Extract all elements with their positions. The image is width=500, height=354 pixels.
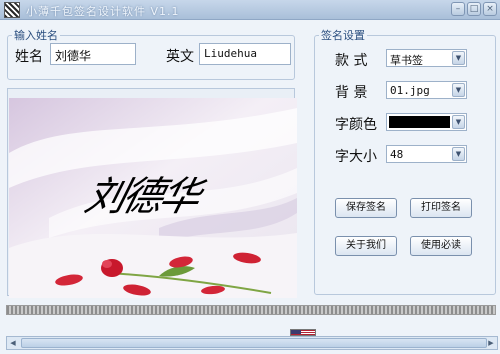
window-title: 小薄千包签名设计软件 V1.1 bbox=[26, 5, 180, 18]
font-size-select[interactable]: 48 ▼ bbox=[386, 145, 467, 163]
minimize-button[interactable]: – bbox=[451, 2, 465, 16]
font-color-label: 字颜色 bbox=[335, 117, 377, 133]
background-select[interactable]: 01.jpg ▼ bbox=[386, 81, 467, 99]
name-group-legend: 输入姓名 bbox=[14, 29, 58, 42]
print-signature-button[interactable]: 打印签名 bbox=[410, 198, 472, 218]
main-window: 输入姓名 姓名 刘德华 英文 Liudehua 刘德华 签名设置 款 式 草书签… bbox=[2, 21, 498, 352]
font-size-select-value: 48 bbox=[390, 148, 404, 161]
chevron-down-icon[interactable]: ▼ bbox=[452, 83, 465, 97]
style-label: 款 式 bbox=[335, 53, 368, 69]
english-label: 英文 bbox=[166, 49, 194, 65]
chevron-down-icon[interactable]: ▼ bbox=[452, 51, 465, 65]
name-label: 姓名 bbox=[15, 49, 43, 65]
save-signature-button[interactable]: 保存签名 bbox=[335, 198, 397, 218]
signature-text: 刘德华 bbox=[80, 174, 203, 220]
style-select[interactable]: 草书签 ▼ bbox=[386, 49, 467, 67]
name-input[interactable]: 刘德华 bbox=[50, 43, 136, 65]
help-button[interactable]: 使用必读 bbox=[410, 236, 472, 256]
about-us-button[interactable]: 关于我们 bbox=[335, 236, 397, 256]
english-input[interactable]: Liudehua bbox=[199, 43, 291, 65]
scrollbar-thumb[interactable] bbox=[21, 338, 487, 348]
style-select-value: 草书签 bbox=[390, 54, 423, 67]
font-size-label: 字大小 bbox=[335, 149, 377, 165]
background-select-value: 01.jpg bbox=[390, 84, 430, 97]
color-swatch bbox=[389, 116, 450, 128]
scroll-left-icon[interactable]: ◀ bbox=[7, 337, 19, 349]
marquee-strip bbox=[6, 305, 496, 315]
chevron-down-icon[interactable]: ▼ bbox=[452, 147, 465, 161]
font-color-select[interactable]: ▼ bbox=[386, 113, 467, 131]
title-bar: 小薄千包签名设计软件 V1.1 – □ × bbox=[0, 0, 500, 20]
settings-group-legend: 签名设置 bbox=[321, 29, 365, 42]
scroll-right-icon[interactable]: ▶ bbox=[485, 337, 497, 349]
flag-icon bbox=[290, 329, 316, 336]
horizontal-scrollbar[interactable]: ◀ ▶ bbox=[6, 336, 498, 350]
signature-preview-image: 刘德华 bbox=[9, 98, 297, 298]
app-icon bbox=[4, 2, 20, 18]
maximize-button[interactable]: □ bbox=[467, 2, 481, 16]
chevron-down-icon[interactable]: ▼ bbox=[452, 115, 465, 129]
background-label: 背 景 bbox=[335, 85, 368, 101]
close-button[interactable]: × bbox=[483, 2, 497, 16]
